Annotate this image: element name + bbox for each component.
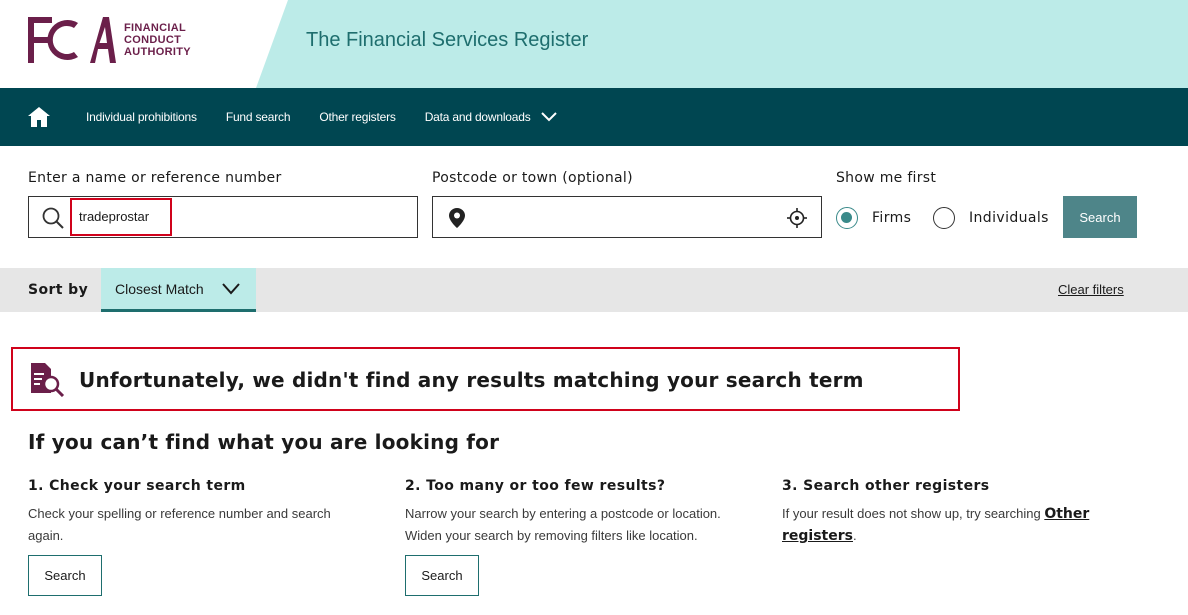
- search-button-2[interactable]: Search: [405, 555, 479, 596]
- radio-individuals-button[interactable]: [933, 207, 955, 229]
- radio-firms-button[interactable]: [836, 207, 858, 229]
- postcode-input[interactable]: [432, 196, 822, 238]
- radio-firms[interactable]: Firms: [836, 207, 911, 229]
- name-search-input[interactable]: tradeprostar: [28, 196, 418, 238]
- help-text-2: Narrow your search by entering a postcod…: [405, 506, 721, 543]
- logo-wordmark: FINANCIAL CONDUCT AUTHORITY: [124, 22, 191, 58]
- help-heading-1: 1. Check your search term: [28, 478, 246, 494]
- name-field-label: Enter a name or reference number: [28, 170, 282, 186]
- site-header: FINANCIAL CONDUCT AUTHORITY The Financia…: [0, 0, 1188, 88]
- site-title[interactable]: The Financial Services Register: [306, 29, 588, 52]
- fca-logo[interactable]: FINANCIAL CONDUCT AUTHORITY: [28, 15, 191, 65]
- help-text-1: Check your spelling or reference number …: [28, 506, 331, 543]
- main-nav: Individual prohibitions Fund search Othe…: [0, 88, 1188, 146]
- chevron-down-icon: [540, 112, 557, 122]
- name-input-value: tradeprostar: [79, 209, 150, 224]
- nav-item-label: Fund search: [225, 110, 291, 124]
- help-heading-2: 2. Too many or too few results?: [405, 478, 666, 494]
- help-title: If you can’t find what you are looking f…: [28, 430, 500, 454]
- help-column-2: 2. Too many or too few results? Narrow y…: [405, 478, 745, 547]
- sort-bar: Sort by Closest Match: [0, 268, 1188, 312]
- nav-item-label: Individual prohibitions: [86, 110, 197, 124]
- radio-individuals[interactable]: Individuals: [933, 207, 1049, 229]
- nav-item-fund-search[interactable]: Fund search: [226, 110, 291, 124]
- nav-item-label: Data and downloads: [424, 110, 531, 124]
- help-text-3-after: .: [852, 528, 857, 543]
- search-icon: [42, 207, 64, 229]
- radio-firms-label: Firms: [872, 210, 912, 226]
- nav-item-label: Other registers: [319, 110, 396, 124]
- help-heading-3: 3. Search other registers: [782, 478, 990, 494]
- nav-item-data-and-downloads[interactable]: Data and downloads: [425, 110, 557, 124]
- nav-item-other-registers[interactable]: Other registers: [319, 110, 396, 124]
- location-pin-icon: [449, 208, 465, 228]
- postcode-field-label: Postcode or town (optional): [432, 170, 633, 186]
- help-column-1: 1. Check your search term Check your spe…: [28, 478, 368, 547]
- radio-individuals-label: Individuals: [969, 210, 1049, 226]
- search-button-1[interactable]: Search: [28, 555, 102, 596]
- help-text-3-before: If your result does not show up, try sea…: [782, 506, 1045, 521]
- show-me-first-label: Show me first: [836, 170, 937, 186]
- no-results-message: Unfortunately, we didn't find any result…: [79, 368, 864, 392]
- fca-logo-letters: [28, 17, 116, 63]
- no-results-banner: Unfortunately, we didn't find any result…: [11, 347, 960, 411]
- clear-filters-link[interactable]: Clear filters: [1058, 282, 1124, 297]
- home-icon[interactable]: [28, 107, 50, 127]
- locate-me-icon[interactable]: [787, 208, 807, 228]
- help-column-3: 3. Search other registers If your result…: [782, 478, 1122, 547]
- chevron-down-icon: [222, 283, 240, 295]
- logo-line-2: CONDUCT: [124, 34, 182, 46]
- nav-items: Individual prohibitions Fund search Othe…: [86, 88, 586, 146]
- logo-line-1: FINANCIAL: [124, 22, 186, 34]
- sort-by-label: Sort by: [28, 282, 89, 298]
- help-text-3: If your result does not show up, try sea…: [782, 503, 1122, 547]
- sort-select[interactable]: Closest Match: [101, 268, 256, 312]
- search-button[interactable]: Search: [1063, 196, 1137, 238]
- document-search-icon: [31, 363, 65, 397]
- nav-item-individual-prohibitions[interactable]: Individual prohibitions: [86, 110, 197, 124]
- logo-line-3: AUTHORITY: [124, 46, 191, 58]
- sort-selected-value: Closest Match: [115, 280, 204, 297]
